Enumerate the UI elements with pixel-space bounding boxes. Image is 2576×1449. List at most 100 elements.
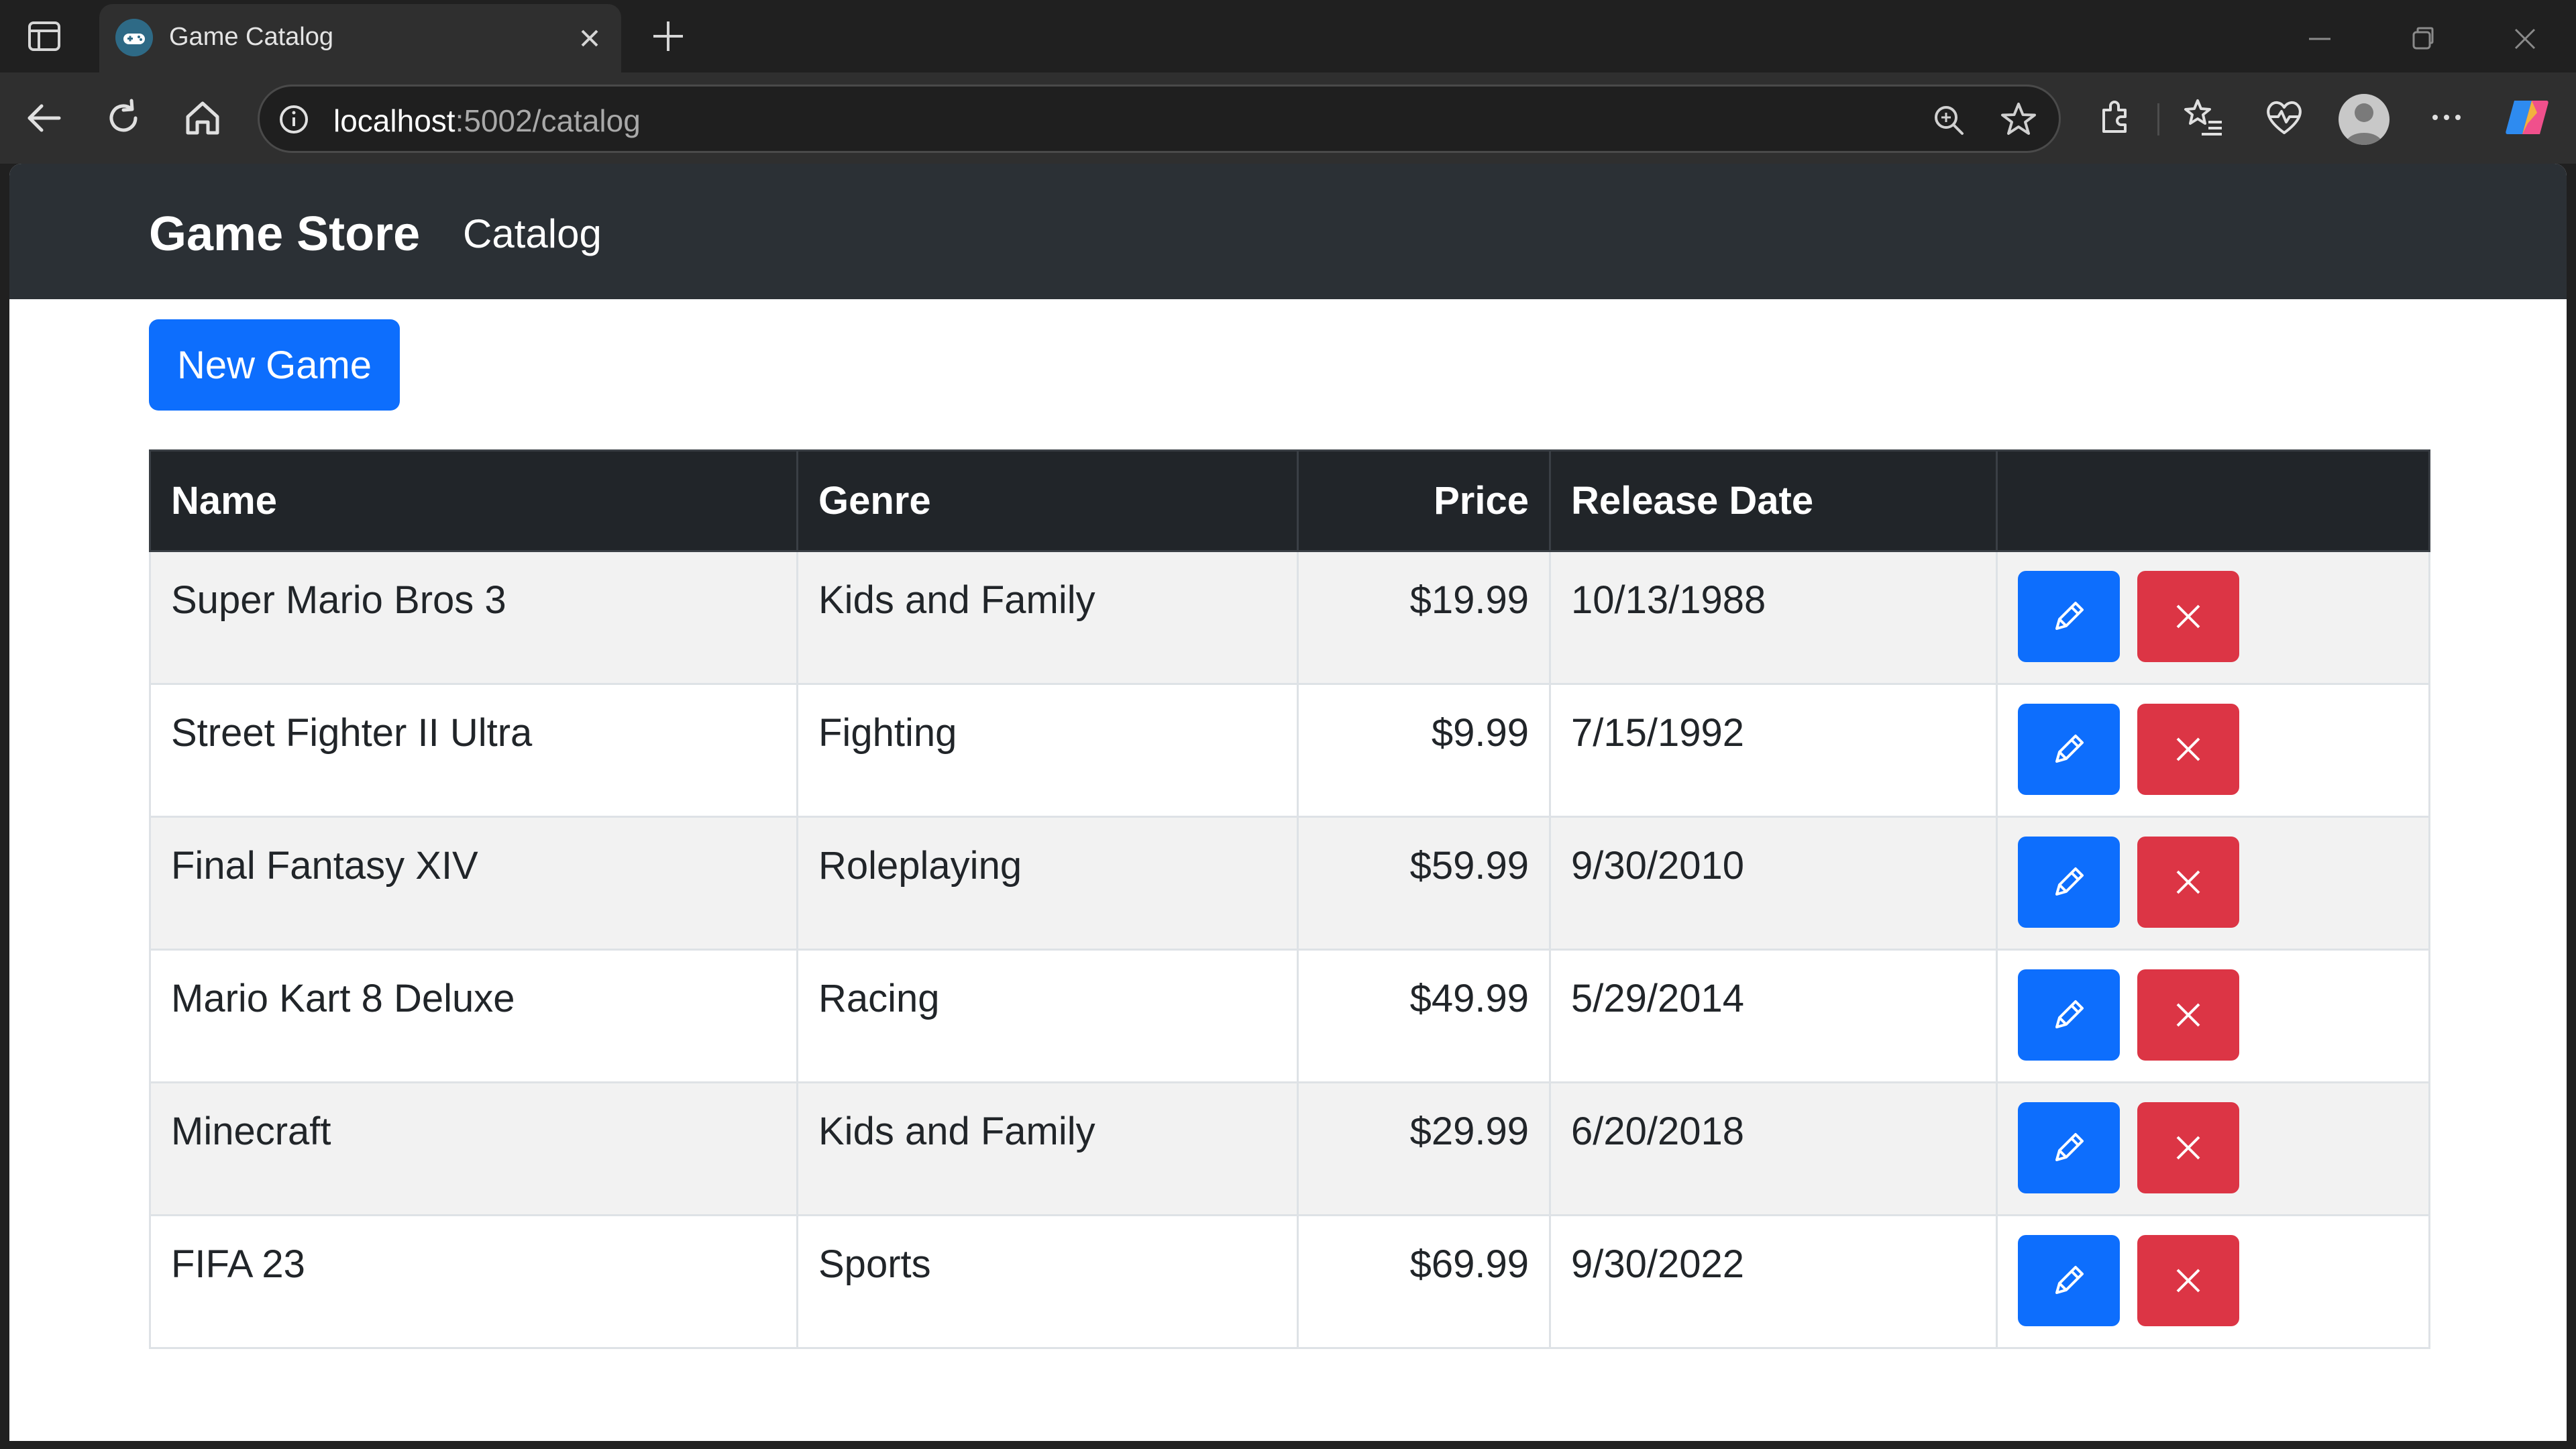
cell-release-date: 9/30/2022 bbox=[1549, 1214, 1998, 1349]
pencil-icon bbox=[2055, 867, 2084, 896]
extensions-icon[interactable] bbox=[2092, 94, 2139, 141]
cell-price: $19.99 bbox=[1297, 550, 1551, 685]
x-icon bbox=[2176, 604, 2200, 629]
cell-price: $49.99 bbox=[1297, 949, 1551, 1083]
edit-button[interactable] bbox=[2018, 837, 2120, 928]
x-icon bbox=[2176, 1003, 2200, 1027]
home-icon[interactable] bbox=[177, 93, 228, 144]
cell-release-date: 5/29/2014 bbox=[1549, 949, 1998, 1083]
browser-toolbar: localhost:5002/catalog bbox=[0, 72, 2576, 164]
new-game-button[interactable]: New Game bbox=[149, 319, 400, 411]
brand-link[interactable]: Game Store bbox=[149, 207, 420, 262]
table-row: Final Fantasy XIV Roleplaying $59.99 9/30/2… bbox=[149, 816, 2430, 951]
edit-button[interactable] bbox=[2018, 969, 2120, 1061]
sidebar-toggle-icon[interactable] bbox=[25, 17, 63, 55]
delete-button[interactable] bbox=[2137, 1102, 2239, 1193]
table-row: Mario Kart 8 Deluxe Racing $49.99 5/29/2014 bbox=[149, 949, 2430, 1083]
person-icon bbox=[2345, 103, 2383, 145]
cell-release-date: 9/30/2010 bbox=[1549, 816, 1998, 951]
header-actions bbox=[1996, 449, 2430, 552]
table-row: FIFA 23 Sports $69.99 9/30/2022 bbox=[149, 1214, 2430, 1349]
pencil-icon bbox=[2055, 1266, 2084, 1294]
site-info-icon[interactable] bbox=[277, 103, 311, 136]
page-viewport: Game Store Catalog New Game Name Genre P… bbox=[9, 164, 2567, 1441]
x-icon bbox=[2176, 737, 2200, 761]
header-price: Price bbox=[1297, 449, 1551, 552]
cell-genre: Fighting bbox=[796, 683, 1299, 818]
table-header-row: Name Genre Price Release Date bbox=[149, 449, 2430, 552]
cell-genre: Sports bbox=[796, 1214, 1299, 1349]
toolbar-separator bbox=[2157, 103, 2159, 136]
delete-button[interactable] bbox=[2137, 704, 2239, 795]
restore-icon[interactable] bbox=[2404, 20, 2442, 58]
cell-price: $69.99 bbox=[1297, 1214, 1551, 1349]
refresh-icon[interactable] bbox=[98, 93, 149, 144]
cell-release-date: 7/15/1992 bbox=[1549, 683, 1998, 818]
nav-link-catalog[interactable]: Catalog bbox=[463, 211, 602, 257]
cell-release-date: 6/20/2018 bbox=[1549, 1081, 1998, 1216]
cell-name: FIFA 23 bbox=[149, 1214, 798, 1349]
url-path: :5002/catalog bbox=[455, 103, 641, 138]
site-navbar: Game Store Catalog bbox=[9, 164, 2567, 299]
cell-name: Mario Kart 8 Deluxe bbox=[149, 949, 798, 1083]
cell-name: Super Mario Bros 3 bbox=[149, 550, 798, 685]
tab-strip: Game Catalog bbox=[0, 0, 2576, 72]
browser-essentials-icon[interactable] bbox=[2261, 94, 2308, 141]
edit-button[interactable] bbox=[2018, 1235, 2120, 1326]
pencil-icon bbox=[2055, 1133, 2084, 1161]
header-name: Name bbox=[149, 449, 798, 552]
copilot-icon[interactable] bbox=[2502, 93, 2552, 142]
url-host: localhost bbox=[333, 103, 455, 138]
pencil-icon bbox=[2055, 735, 2084, 763]
new-tab-icon[interactable] bbox=[648, 16, 688, 56]
game-controller-icon bbox=[115, 19, 153, 56]
games-table-body: Super Mario Bros 3 Kids and Family $19.99 1… bbox=[149, 550, 2430, 1349]
pencil-icon bbox=[2055, 602, 2084, 630]
table-row: Minecraft Kids and Family $29.99 6/20/2018 bbox=[149, 1081, 2430, 1216]
header-genre: Genre bbox=[796, 449, 1299, 552]
table-row: Street Fighter II Ultra Fighting $9.99 7/15… bbox=[149, 683, 2430, 818]
cell-price: $59.99 bbox=[1297, 816, 1551, 951]
url-text: localhost:5002/catalog bbox=[333, 103, 641, 139]
delete-button[interactable] bbox=[2137, 969, 2239, 1061]
minimize-icon[interactable] bbox=[2301, 20, 2339, 58]
cell-actions bbox=[1996, 1214, 2430, 1349]
games-table: Name Genre Price Release Date Super Mari… bbox=[149, 449, 2430, 1349]
tab-title: Game Catalog bbox=[169, 23, 334, 51]
cell-price: $9.99 bbox=[1297, 683, 1551, 818]
cell-genre: Kids and Family bbox=[796, 1081, 1299, 1216]
cell-name: Minecraft bbox=[149, 1081, 798, 1216]
delete-button[interactable] bbox=[2137, 837, 2239, 928]
close-tab-icon[interactable] bbox=[573, 21, 606, 55]
cell-genre: Racing bbox=[796, 949, 1299, 1083]
zoom-icon[interactable] bbox=[1930, 101, 1968, 139]
cell-name: Final Fantasy XIV bbox=[149, 816, 798, 951]
cell-actions bbox=[1996, 816, 2430, 951]
cell-genre: Roleplaying bbox=[796, 816, 1299, 951]
delete-button[interactable] bbox=[2137, 571, 2239, 662]
cell-release-date: 10/13/1988 bbox=[1549, 550, 1998, 685]
profile-avatar[interactable] bbox=[2339, 94, 2390, 145]
edit-button[interactable] bbox=[2018, 1102, 2120, 1193]
favorite-star-icon[interactable] bbox=[1998, 100, 2039, 140]
x-icon bbox=[2176, 870, 2200, 894]
cell-price: $29.99 bbox=[1297, 1081, 1551, 1216]
address-bar[interactable]: localhost:5002/catalog bbox=[258, 85, 2061, 153]
tab-game-catalog[interactable]: Game Catalog bbox=[99, 4, 621, 72]
table-row: Super Mario Bros 3 Kids and Family $19.99 1… bbox=[149, 550, 2430, 685]
favorites-icon[interactable] bbox=[2180, 94, 2227, 141]
x-icon bbox=[2176, 1136, 2200, 1160]
cell-genre: Kids and Family bbox=[796, 550, 1299, 685]
cell-actions bbox=[1996, 550, 2430, 685]
cell-name: Street Fighter II Ultra bbox=[149, 683, 798, 818]
delete-button[interactable] bbox=[2137, 1235, 2239, 1326]
header-release-date: Release Date bbox=[1549, 449, 1998, 552]
back-icon[interactable] bbox=[19, 93, 70, 144]
x-icon bbox=[2176, 1269, 2200, 1293]
window-close-icon[interactable] bbox=[2506, 20, 2544, 58]
pencil-icon bbox=[2055, 1000, 2084, 1028]
edit-button[interactable] bbox=[2018, 571, 2120, 662]
edit-button[interactable] bbox=[2018, 704, 2120, 795]
cell-actions bbox=[1996, 683, 2430, 818]
more-options-icon[interactable] bbox=[2423, 94, 2470, 141]
